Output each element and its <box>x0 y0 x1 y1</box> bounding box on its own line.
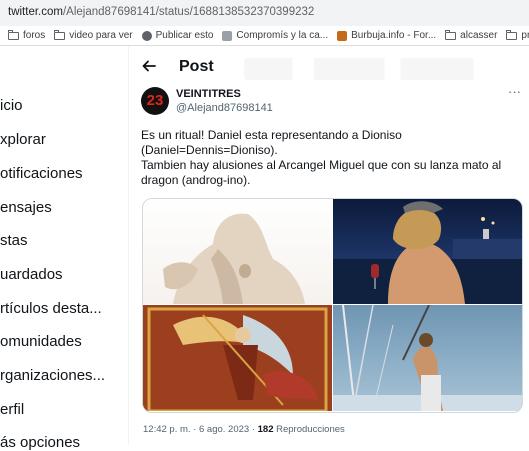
folder-icon <box>8 29 19 40</box>
sidebar-item-mas-opciones[interactable]: ás opciones <box>0 434 80 451</box>
tweet-image-sailboat[interactable] <box>333 305 522 411</box>
tweet-image-statue[interactable] <box>143 199 332 304</box>
bookmarks-bar: foros video para ver Publicar esto Compr… <box>0 26 529 46</box>
address-bar[interactable]: twitter.com/Alejand87698141/status/16881… <box>0 0 529 26</box>
sidebar-item-perfil[interactable]: erfil <box>0 401 24 418</box>
tweet-text-line: dragon (androg-ino). <box>141 173 251 187</box>
tweet-date[interactable]: 6 ago. 2023 <box>199 424 249 435</box>
burbuja-favicon <box>337 30 348 41</box>
avatar[interactable]: 23 <box>141 87 169 115</box>
tweet-image-archangel-painting[interactable] <box>143 305 332 411</box>
globe-icon <box>141 30 152 41</box>
more-options-icon[interactable]: ··· <box>508 84 521 99</box>
url-path: /Alejand87698141/status/1688138532370399… <box>62 6 315 18</box>
bookmark-prestige[interactable]: prestige <box>506 29 529 41</box>
meta-separator: · <box>193 424 197 435</box>
sidebar-item-listas[interactable]: stas <box>0 232 28 249</box>
site-favicon <box>222 30 233 41</box>
views-count: 182 <box>257 424 274 435</box>
bookmark-alcasser[interactable]: alcasser <box>445 29 497 41</box>
sidebar-item-inicio[interactable]: icio <box>0 97 23 114</box>
display-name[interactable]: VEINTITRES <box>176 88 241 100</box>
bookmark-burbuja[interactable]: Burbuja.info - For... <box>337 30 436 41</box>
page-title: Post <box>179 58 214 75</box>
bookmark-publicar-esto[interactable]: Publicar esto <box>141 30 213 41</box>
tweet-text-line: Es un ritual! Daniel esta representando … <box>141 128 402 142</box>
bookmark-compromis[interactable]: Compromís y la ca... <box>222 30 328 41</box>
blurred-overlay <box>244 58 514 80</box>
sidebar-item-guardados[interactable]: uardados <box>0 266 63 283</box>
meta-separator: · <box>251 424 255 435</box>
tweet-image-man-night[interactable] <box>333 199 522 304</box>
bookmark-foros[interactable]: foros <box>8 29 45 41</box>
tweet-time[interactable]: 12:42 p. m. <box>143 424 191 435</box>
post-panel: Post 23 VEINTITRES @Alejand87698141 ··· … <box>128 46 529 444</box>
folder-icon <box>445 29 457 40</box>
user-handle[interactable]: @Alejand87698141 <box>176 102 273 114</box>
sidebar-nav: icio xplorar otificaciones ensajes stas … <box>0 46 128 451</box>
sidebar-item-explorar[interactable]: xplorar <box>0 131 46 148</box>
media-grid <box>142 198 523 413</box>
tweet-text: Es un ritual! Daniel esta representando … <box>141 128 526 188</box>
sidebar-item-articulos-destacados[interactable]: rtículos desta... <box>0 300 102 317</box>
url-host: twitter.com <box>8 6 63 18</box>
folder-icon <box>506 29 518 40</box>
arrow-left-icon[interactable] <box>141 58 157 79</box>
folder-icon <box>54 29 66 40</box>
tweet-text-line: Tambien hay alusiones al Arcangel Miguel… <box>141 158 502 172</box>
bookmark-video-para-ver[interactable]: video para ver <box>54 29 133 41</box>
sidebar-item-mensajes[interactable]: ensajes <box>0 199 52 216</box>
tweet-meta: 12:42 p. m. · 6 ago. 2023 · 182 Reproduc… <box>143 424 345 435</box>
views-label: Reproducciones <box>276 424 345 435</box>
sidebar-item-organizaciones[interactable]: rganizaciones... <box>0 367 105 384</box>
sidebar-item-notificaciones[interactable]: otificaciones <box>0 165 83 182</box>
tweet-text-line: (Daniel=Dennis=Dioniso). <box>141 143 278 157</box>
sidebar-item-comunidades[interactable]: omunidades <box>0 333 82 350</box>
